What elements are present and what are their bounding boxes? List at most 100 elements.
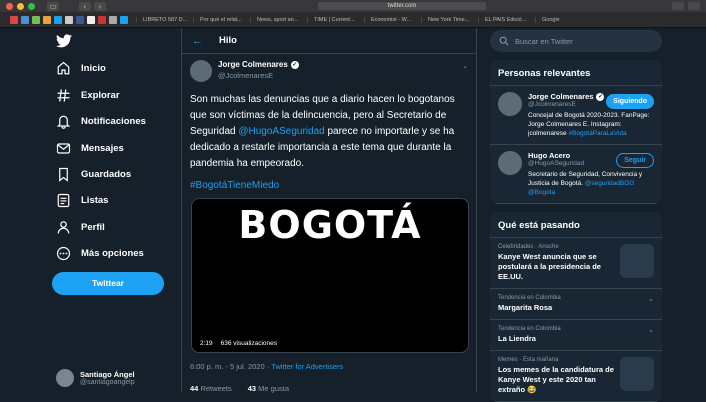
bookmark-icon[interactable]	[98, 15, 106, 24]
search-input[interactable]: Buscar en Twitter	[490, 30, 662, 52]
source-link[interactable]: Twitter for Advertisers	[271, 362, 343, 371]
trend-title: Los memes de la candidatura de Kanye Wes…	[498, 365, 614, 394]
right-column: Buscar en Twitter Personas relevantes Jo…	[490, 28, 662, 402]
sidebar-item-guardados[interactable]: Guardados	[56, 164, 131, 184]
chevron-down-icon[interactable]: ⌄	[648, 295, 654, 303]
author-name-row: Jorge Colmenares ✓	[218, 60, 299, 69]
gmail-icon[interactable]	[10, 15, 18, 24]
account-info: Santiago Ángel @santiagoangelp	[80, 370, 135, 386]
share-button[interactable]	[672, 2, 684, 10]
account-handle: @santiagoangelp	[80, 379, 135, 386]
bookmark-icon[interactable]	[21, 15, 29, 24]
back-arrow-icon[interactable]: ←	[192, 35, 203, 47]
trends-list: Celebridades · Anoche Kanye West anuncia …	[490, 238, 662, 402]
twitter-app: Inicio Explorar Notificaciones Mensajes Guar…	[0, 28, 706, 402]
tabs-overview-button[interactable]	[688, 2, 700, 10]
mention-link[interactable]: @HugoASeguridad	[238, 126, 324, 137]
timestamp-text[interactable]: 6:00 p. m. - 5 jul. 2020 ·	[190, 362, 271, 371]
chevron-down-icon[interactable]: ⌄	[648, 326, 654, 334]
video-duration: 2:19	[200, 340, 213, 347]
sidebar-item-label: Explorar	[81, 89, 120, 101]
home-icon	[57, 61, 70, 74]
person-name[interactable]: Hugo Acero	[528, 151, 570, 160]
thread-column: ← Hilo Jorge Colmenares ✓ @JcolmenaresE …	[181, 28, 477, 393]
person-name[interactable]: Jorge Colmenares	[528, 92, 593, 101]
maximize-window-button[interactable]	[28, 2, 35, 10]
thread-header: ← Hilo	[182, 28, 476, 54]
avatar[interactable]	[498, 92, 522, 116]
sidebar-item-explorar[interactable]: Explorar	[56, 85, 120, 105]
avatar[interactable]	[190, 60, 212, 82]
trend-item[interactable]: Tendencia en Colombia Margarita Rosa ⌄	[490, 289, 662, 320]
sidebar-item-listas[interactable]: Listas	[56, 190, 108, 210]
relevant-person[interactable]: Hugo Acero @HugoASeguridad Secretario de S…	[490, 145, 662, 204]
browser-tab[interactable]: EL PAÍS Edició...	[478, 16, 535, 23]
bookmark-icon[interactable]	[32, 15, 40, 24]
address-bar[interactable]: twitter.com	[318, 2, 486, 10]
author-handle: @JcolmenaresE	[218, 71, 274, 80]
browser-tab[interactable]: LIBRETO 587 D...	[136, 16, 193, 23]
trend-thumbnail	[620, 357, 654, 391]
trend-title: La Liendra	[498, 334, 536, 343]
sidebar-toggle-button[interactable]: ▭	[47, 1, 59, 11]
relevant-person[interactable]: Jorge Colmenares ✓ @JcolmenaresE Concejal d…	[490, 86, 662, 145]
close-window-button[interactable]	[6, 2, 13, 10]
bookmark-icon[interactable]	[65, 15, 73, 24]
twitter-bookmark-icon[interactable]	[54, 15, 62, 24]
person-bio: Secretario de Seguridad, Convivencia y J…	[528, 170, 654, 197]
verified-badge-icon: ✓	[596, 92, 605, 101]
sidebar-item-perfil[interactable]: Perfil	[56, 217, 105, 237]
browser-tab[interactable]: Por qué el relat...	[193, 16, 250, 23]
trend-item[interactable]: Memes · Esta mañana Los memes de la candi…	[490, 351, 662, 402]
avatar[interactable]	[498, 151, 522, 175]
browser-tab[interactable]: New York Time...	[421, 16, 478, 23]
bookmark-icons	[10, 15, 128, 24]
browser-tab[interactable]: Google	[535, 16, 592, 23]
forward-button[interactable]: ›	[94, 1, 106, 11]
chevron-down-icon[interactable]: ⌄	[462, 62, 468, 70]
facebook-bookmark-icon[interactable]	[76, 15, 84, 24]
people-list: Jorge Colmenares ✓ @JcolmenaresE Concejal d…	[490, 86, 662, 204]
minimize-window-button[interactable]	[17, 2, 24, 10]
follow-button[interactable]: Seguir	[616, 153, 654, 168]
browser-tab[interactable]: TIME | Current...	[307, 16, 364, 23]
twitter-logo-icon[interactable]	[56, 34, 72, 48]
bell-icon	[56, 115, 71, 129]
sidebar-item-más-opciones[interactable]: Más opciones	[56, 243, 144, 263]
browser-titlebar: ▭ ‹ › twitter.com	[0, 0, 706, 12]
sidebar-item-label: Más opciones	[81, 247, 144, 259]
author-name[interactable]: Jorge Colmenares	[218, 60, 288, 69]
bookmark-tabs: LIBRETO 587 D... Por qué el relat... News,…	[136, 16, 592, 23]
mail-icon	[56, 142, 71, 154]
bookmark-icon[interactable]	[87, 15, 95, 24]
bio-link[interactable]: #BogotáParaLaVida	[568, 130, 626, 137]
tweet-timestamp: 6:00 p. m. - 5 jul. 2020 · Twitter for A…	[190, 362, 343, 371]
verified-badge-icon: ✓	[290, 60, 299, 69]
tweet-button[interactable]: Twittear	[52, 272, 164, 295]
hashtag-icon	[57, 88, 70, 102]
following-button[interactable]: Siguiendo	[606, 94, 654, 109]
browser-tab[interactable]: Economist - W...	[364, 16, 421, 23]
trend-item[interactable]: Tendencia en Colombia La Liendra ⌄	[490, 320, 662, 351]
twitter-bookmark-icon[interactable]	[120, 15, 128, 24]
trend-meta: Tendencia en Colombia	[498, 295, 561, 301]
bookmark-icon[interactable]	[43, 15, 51, 24]
sidebar-item-mensajes[interactable]: Mensajes	[56, 138, 124, 158]
video-player[interactable]: BOGOTÁ 2:19 636 visualizaciones	[191, 198, 469, 353]
hashtag-link[interactable]: #BogotáTieneMiedo	[190, 180, 279, 191]
tweet-author[interactable]: Jorge Colmenares ✓ @JcolmenaresE	[190, 60, 299, 82]
bookmarks-bar: LIBRETO 587 D... Por qué el relat... News,…	[0, 12, 706, 28]
bookmark-icon[interactable]	[109, 15, 117, 24]
browser-tab[interactable]: News, sport an...	[250, 16, 307, 23]
trend-title: Margarita Rosa	[498, 303, 553, 312]
back-button[interactable]: ‹	[79, 1, 91, 11]
sidebar-item-label: Perfil	[81, 221, 105, 233]
account-switcher[interactable]: Santiago Ángel @santiagoangelp	[56, 369, 135, 387]
relevant-title: Personas relevantes	[490, 60, 662, 86]
bookmark-icon	[59, 167, 68, 182]
account-name: Santiago Ángel	[80, 370, 135, 379]
sidebar-item-notificaciones[interactable]: Notificaciones	[56, 111, 146, 131]
sidebar-item-inicio[interactable]: Inicio	[56, 58, 106, 78]
trends-title: Qué está pasando	[490, 212, 662, 238]
trend-item[interactable]: Celebridades · Anoche Kanye West anuncia …	[490, 238, 662, 289]
